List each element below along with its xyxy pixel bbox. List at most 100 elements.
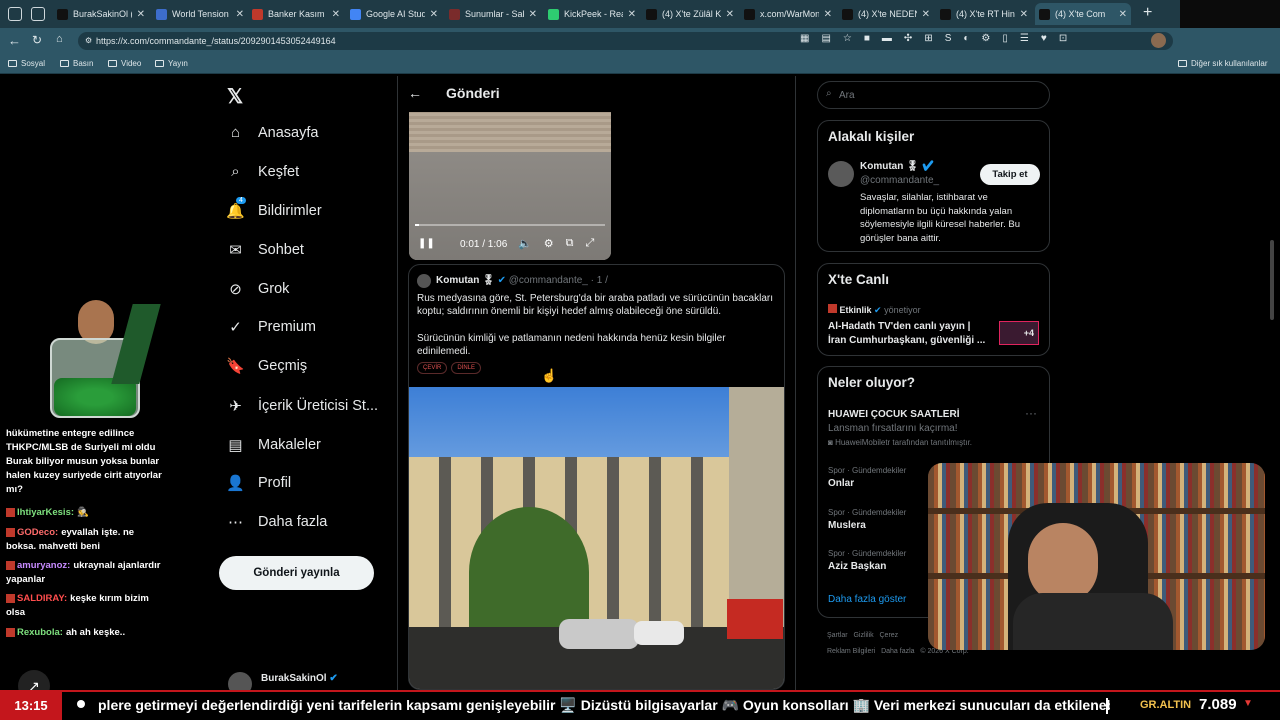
collections-icon[interactable]: ♥ — [1041, 33, 1047, 44]
tab-close-icon[interactable]: ✕ — [922, 9, 930, 20]
bookmark-folder-video[interactable]: Video — [108, 59, 141, 68]
translate-icon[interactable]: ⊞ — [924, 33, 932, 44]
browser-tab[interactable]: KickPeek - Real-t ✕ — [544, 3, 640, 25]
trend-item[interactable]: Spor · Gündemdekiler Muslera — [828, 508, 906, 531]
fullscreen-icon[interactable]: ⤢ — [585, 237, 594, 250]
reader-icon[interactable]: ▤ — [821, 33, 830, 44]
trend-item[interactable]: Spor · Gündemdekiler Aziz Başkan — [828, 549, 906, 572]
tab-favicon-icon — [842, 8, 853, 20]
trend-promo-note: ◙ HuaweiMobiletr tarafından tanıtılmıştı… — [828, 438, 972, 447]
volume-icon[interactable]: 🔈 — [518, 237, 532, 250]
folder-icon — [108, 60, 117, 67]
tab-close-icon[interactable]: ✕ — [430, 9, 438, 20]
nav-item[interactable]: ✓ Premium — [227, 318, 316, 336]
quoted-avatar[interactable] — [417, 274, 431, 288]
other-bookmarks[interactable]: Diğer sık kullanılanlar — [1178, 59, 1267, 68]
related-name[interactable]: Komutan 🎖 ✔ — [860, 161, 934, 172]
account-name[interactable]: BurakSakinOl ✔ — [261, 673, 338, 684]
quoted-post[interactable]: Komutan 🎖 ✔ @commandante_ · 1 / Rus medy… — [408, 264, 785, 690]
x-logo-icon[interactable]: 𝕏 — [227, 84, 243, 109]
tab-close-icon[interactable]: ✕ — [1119, 9, 1127, 20]
nav-item[interactable]: ⌂ Anasayfa — [227, 124, 319, 141]
reload-icon[interactable]: ↻ — [32, 33, 42, 47]
trend-item[interactable]: Spor · Gündemdekiler Onlar — [828, 466, 906, 489]
tab-close-icon[interactable]: ✕ — [628, 9, 636, 20]
video-player[interactable]: ❚❚ 0:01 / 1:06 🔈 ⚙ ⧉ ⤢ — [409, 112, 611, 260]
nav-item[interactable]: 👤 Profil — [226, 474, 291, 492]
back-arrow-icon[interactable]: ← — [408, 85, 422, 101]
extensions-icon[interactable]: ⚙ — [981, 33, 990, 44]
show-more-link[interactable]: Daha fazla göster — [828, 594, 906, 605]
bookmark-folder-yayin[interactable]: Yayın — [155, 59, 188, 68]
sidebar-icon[interactable]: ▯ — [1002, 33, 1008, 44]
favorites-icon[interactable]: ☰ — [1020, 33, 1029, 44]
tab-close-icon[interactable]: ✕ — [824, 9, 832, 20]
extension-5-icon[interactable]: ◐ — [963, 33, 969, 44]
split-view-icon[interactable]: ▦ — [800, 33, 809, 44]
browser-tab[interactable]: (4) X'te Com ✕ — [1035, 3, 1131, 25]
browser-tab[interactable]: BurakSakinOl (@ ✕ — [53, 3, 149, 25]
bookmark-folder-sosyal[interactable]: Sosyal — [8, 59, 45, 68]
browser-tab[interactable]: (4) X'te Zülâl Kalk ✕ — [642, 3, 738, 25]
chat-username: GODeco: — [17, 527, 59, 538]
browser-tab[interactable]: World Tension In ✕ — [152, 3, 248, 25]
screenshot-icon[interactable]: ⊡ — [1059, 33, 1067, 44]
extension-4-icon[interactable]: S — [945, 33, 952, 44]
bookmark-folder-basin[interactable]: Basın — [60, 59, 93, 68]
back-icon[interactable]: ← — [8, 33, 21, 48]
pip-icon[interactable]: ⧉ — [566, 237, 574, 250]
promoted-icon: ◙ — [828, 438, 833, 447]
site-info-icon[interactable]: ⚙ — [85, 36, 92, 45]
new-tab-icon[interactable]: + — [1143, 4, 1152, 22]
browser-tab[interactable]: Banker Kasım ay ✕ — [248, 3, 344, 25]
nav-item[interactable]: 🔖 Geçmiş — [226, 357, 307, 375]
follow-button[interactable]: Takip et — [980, 164, 1040, 185]
quoted-author[interactable]: Komutan 🎖 — [436, 275, 495, 286]
nav-item[interactable]: ⊘ Grok — [227, 280, 289, 298]
more-options-icon[interactable]: ··· — [1025, 406, 1037, 420]
tab-close-icon[interactable]: ✕ — [726, 9, 734, 20]
favorite-star-icon[interactable]: ☆ — [843, 33, 852, 44]
footer-links-1[interactable]: Şartlar Gizlilik Çerez — [827, 632, 898, 639]
translate-chip[interactable]: ÇEVİR — [417, 362, 448, 374]
workspaces-icon[interactable] — [31, 7, 45, 21]
browser-tab[interactable]: Sunumlar - Sakin ✕ — [445, 3, 541, 25]
folder-icon — [155, 60, 164, 67]
pause-icon[interactable]: ❚❚ — [418, 238, 435, 249]
nav-item[interactable]: ⌕ Keşfet — [227, 163, 299, 180]
nav-item[interactable]: ⋯ Daha fazla — [227, 513, 327, 531]
tab-close-icon[interactable]: ✕ — [529, 9, 537, 20]
profile-avatar[interactable] — [1151, 33, 1166, 48]
search-box[interactable]: ⌕ Ara — [817, 81, 1050, 109]
tab-close-icon[interactable]: ✕ — [332, 9, 340, 20]
settings-icon[interactable]: ⚙ — [544, 237, 554, 250]
nav-item[interactable]: ▤ Makaleler — [227, 436, 320, 454]
tab-close-icon[interactable]: ✕ — [1020, 9, 1028, 20]
chat-username: amuryanoz: — [17, 560, 71, 571]
page-scrollbar[interactable] — [1270, 240, 1274, 320]
extension-2-icon[interactable]: ▬ — [882, 33, 892, 44]
browser-tab[interactable]: (4) X'te RT Hindi ✕ — [936, 3, 1032, 25]
webcam-overlay — [928, 463, 1265, 650]
listen-chip[interactable]: DİNLE — [451, 362, 482, 374]
nav-item[interactable]: ✈ İçerik Üreticisi St... — [227, 397, 378, 415]
nav-item[interactable]: ✉ Sohbet — [227, 241, 304, 259]
extension-1-icon[interactable]: ■ — [864, 33, 870, 44]
extension-3-icon[interactable]: ✣ — [904, 33, 912, 44]
nav-item[interactable]: 🔔 4 Bildirimler — [226, 197, 322, 220]
related-avatar[interactable] — [828, 161, 854, 187]
live-host[interactable]: Etkinlik — [840, 305, 872, 315]
tab-actions-icon[interactable] — [8, 7, 22, 21]
browser-tab[interactable]: x.com/WarMonit ✕ — [740, 3, 836, 25]
browser-tab[interactable]: (4) X'te NEDEN T ✕ — [838, 3, 934, 25]
post-image[interactable] — [409, 387, 784, 689]
live-participants[interactable]: +4 — [999, 321, 1039, 345]
browser-tab[interactable]: Google AI Studio ✕ — [346, 3, 442, 25]
home-icon[interactable]: ⌂ — [56, 33, 63, 45]
tab-close-icon[interactable]: ✕ — [236, 9, 244, 20]
video-progress-track[interactable] — [415, 224, 605, 226]
tab-close-icon[interactable]: ✕ — [137, 9, 145, 20]
post-button[interactable]: Gönderi yayınla — [219, 556, 374, 590]
live-text[interactable]: Al-Hadath TV'den canlı yayın | İran Cumh… — [828, 320, 990, 348]
trend-promo-title[interactable]: HUAWEI ÇOCUK SAATLERİ — [828, 409, 959, 420]
